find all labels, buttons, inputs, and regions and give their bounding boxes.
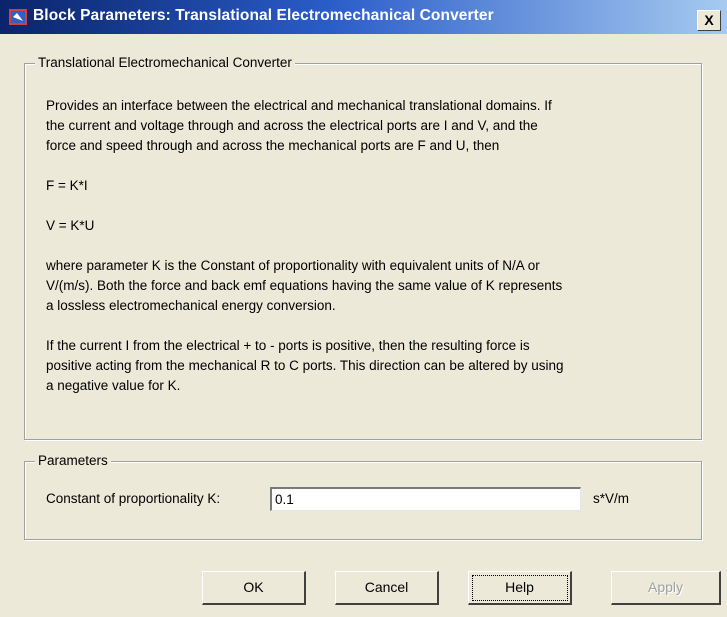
close-button[interactable]: X bbox=[697, 10, 721, 31]
help-button[interactable]: Help bbox=[468, 571, 572, 605]
cancel-button[interactable]: Cancel bbox=[335, 571, 439, 605]
description-line: V/(m/s). Both the force and back emf equ… bbox=[46, 278, 563, 293]
parameters-group-legend: Parameters bbox=[35, 453, 111, 468]
description-line: where parameter K is the Constant of pro… bbox=[46, 258, 540, 273]
description-line: a lossless electromechanical energy conv… bbox=[46, 298, 336, 313]
description-line: force and speed through and across the m… bbox=[46, 138, 500, 153]
k-unit: s*V/m bbox=[593, 491, 630, 506]
apply-button[interactable]: Apply bbox=[611, 571, 721, 605]
description-group-legend: Translational Electromechanical Converte… bbox=[35, 55, 295, 70]
k-input[interactable] bbox=[270, 487, 581, 511]
ok-button[interactable]: OK bbox=[202, 571, 306, 605]
description-line: the current and voltage through and acro… bbox=[46, 118, 538, 133]
window-title: Block Parameters: Translational Electrom… bbox=[33, 7, 494, 24]
equation-voltage: V = K*U bbox=[46, 218, 95, 233]
equation-force: F = K*I bbox=[46, 178, 88, 193]
description-line: a negative value for K. bbox=[46, 378, 181, 393]
description-line: Provides an interface between the electr… bbox=[46, 98, 552, 113]
description-line: If the current I from the electrical + t… bbox=[46, 338, 530, 353]
k-label: Constant of proportionality K: bbox=[46, 491, 221, 506]
simulink-block-icon bbox=[9, 9, 27, 25]
description-line: positive acting from the mechanical R to… bbox=[46, 358, 564, 373]
title-bar[interactable]: Block Parameters: Translational Electrom… bbox=[0, 0, 727, 34]
